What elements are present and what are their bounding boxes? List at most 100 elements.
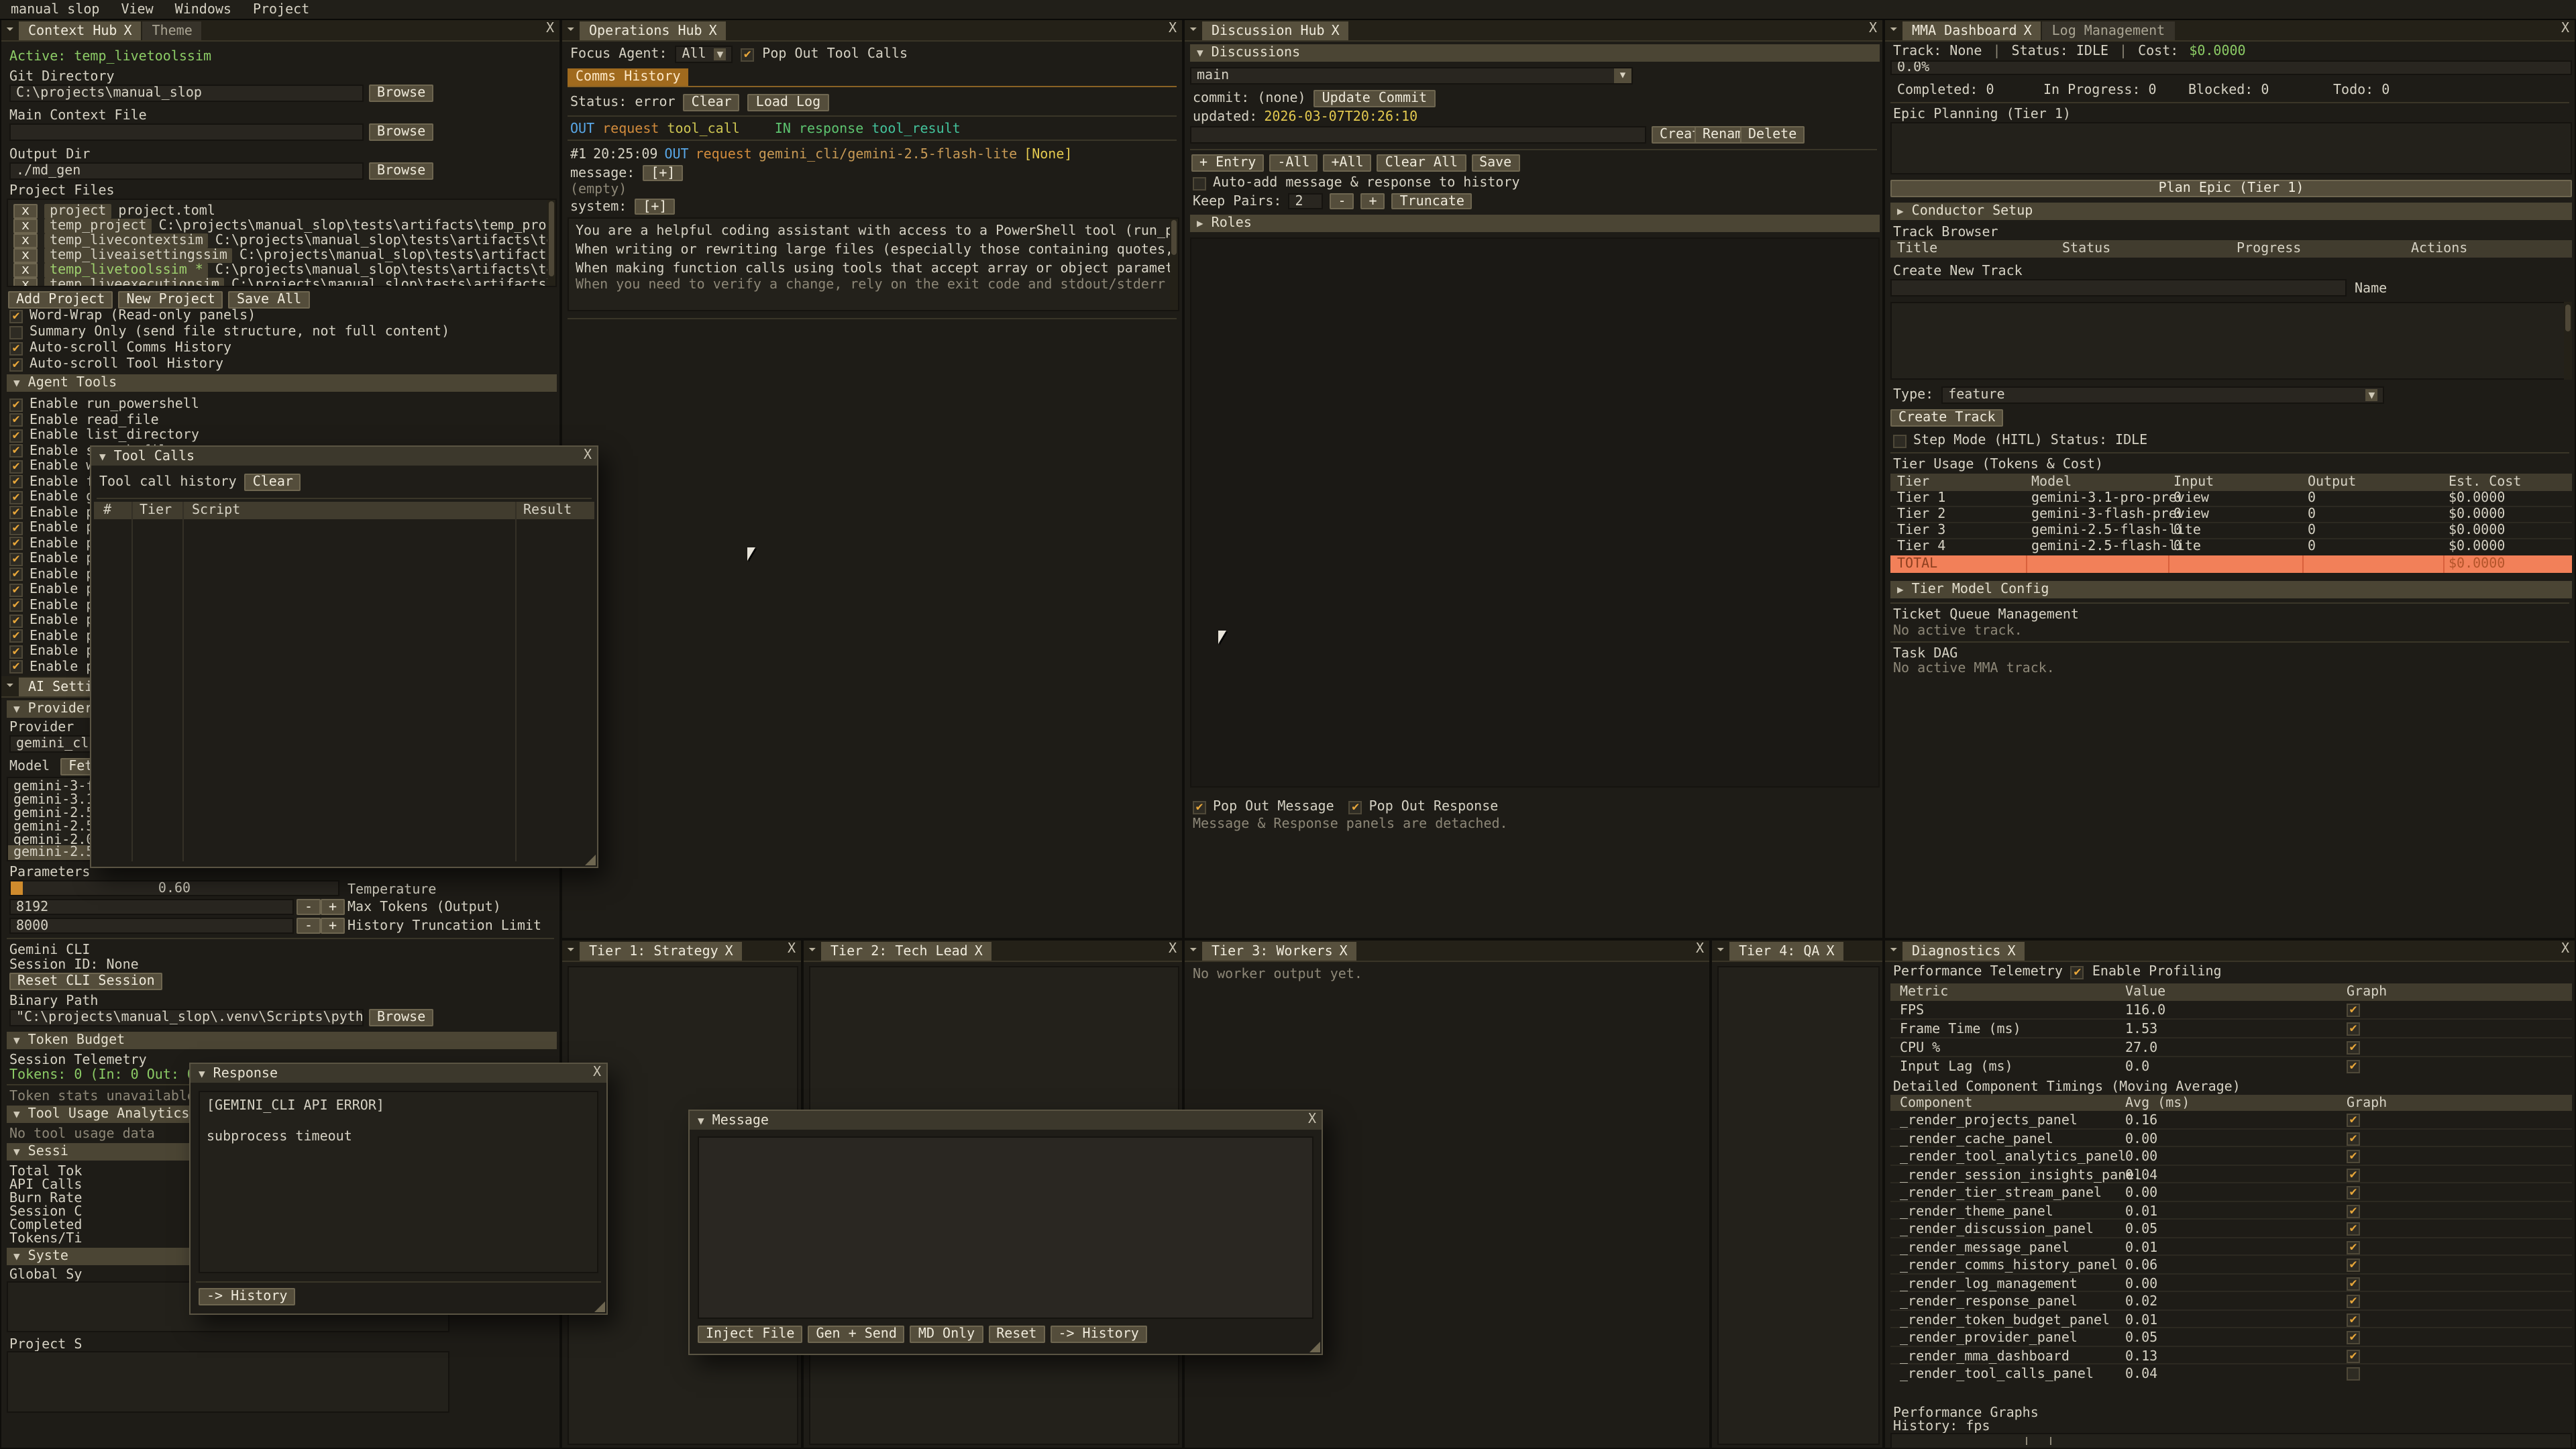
close-icon[interactable]: X <box>1826 945 1834 959</box>
resize-grip[interactable] <box>1309 1342 1320 1352</box>
history-limit-minus-button[interactable]: - <box>297 918 321 934</box>
load-log-button[interactable]: Load Log <box>748 94 828 111</box>
discussions-header[interactable]: ▼Discussions <box>1190 44 1880 62</box>
file-tag[interactable]: temp_liveexecutionsim <box>44 278 225 287</box>
file-tag-active[interactable]: temp_livetoolssim * <box>44 263 209 278</box>
summary-only-checkbox[interactable]: Summary Only (send file structure, not f… <box>9 325 449 339</box>
graph-checkbox[interactable]: ✔ <box>2347 1150 2360 1163</box>
autoscroll-tool-checkbox[interactable]: ✔Auto-scroll Tool History <box>9 357 223 372</box>
scrollbar[interactable] <box>2564 302 2572 380</box>
word-wrap-checkbox[interactable]: ✔Word-Wrap (Read-only panels) <box>9 309 256 323</box>
chevron-down-icon[interactable]: ▼ <box>99 450 106 462</box>
clear-all-button[interactable]: Clear All <box>1377 154 1466 172</box>
tab-theme[interactable]: Theme <box>143 21 202 40</box>
type-combo[interactable]: feature▼ <box>1941 386 2384 404</box>
reset-button[interactable]: Reset <box>988 1326 1044 1343</box>
slider-grab[interactable] <box>11 881 23 895</box>
close-icon[interactable]: X <box>2561 21 2569 36</box>
tool-checkbox[interactable]: ✔Enable list_directory <box>9 428 199 443</box>
project-system-input[interactable] <box>7 1351 449 1413</box>
menu-item-windows[interactable]: Windows <box>175 2 231 17</box>
comms-entry-row[interactable]: #1 20:25:09 OUT request gemini_cli/gemin… <box>570 148 1072 162</box>
window-menu-icon[interactable]: ⏷ <box>1 20 19 40</box>
close-icon[interactable]: X <box>788 942 796 957</box>
message-window[interactable]: ▼ Message X Inject File Gen + Send MD On… <box>688 1110 1323 1355</box>
create-track-button[interactable]: Create Track <box>1890 409 2004 427</box>
tab-mma-dashboard[interactable]: MMA DashboardX <box>1902 21 2041 40</box>
autoscroll-comms-checkbox[interactable]: ✔Auto-scroll Comms History <box>9 341 231 356</box>
close-icon[interactable]: X <box>1169 942 1177 957</box>
tab-tier2-tech-lead[interactable]: Tier 2: Tech LeadX <box>821 942 992 961</box>
tab-tier1-strategy[interactable]: Tier 1: StrategyX <box>580 942 743 961</box>
conductor-setup-header[interactable]: ▶Conductor Setup <box>1890 203 2572 220</box>
git-browse-button[interactable]: Browse <box>369 85 433 102</box>
menu-item-view[interactable]: View <box>121 2 153 17</box>
file-row[interactable]: xtemp_livecontextsimC:\projects\manual_s… <box>13 233 557 248</box>
reset-cli-session-button[interactable]: Reset CLI Session <box>9 973 163 990</box>
output-dir-browse-button[interactable]: Browse <box>369 162 433 180</box>
minus-all-button[interactable]: -All <box>1269 154 1318 172</box>
chevron-down-icon[interactable]: ▼ <box>199 1067 205 1079</box>
main-context-file-input[interactable] <box>9 123 364 141</box>
git-directory-input[interactable]: C:\projects\manual_slop <box>9 85 364 102</box>
close-icon[interactable]: X <box>593 1065 601 1080</box>
close-icon[interactable]: X <box>709 24 717 39</box>
message-text-area[interactable] <box>698 1136 1313 1319</box>
close-icon[interactable]: X <box>123 24 131 39</box>
keep-pairs-input[interactable]: 2 <box>1288 193 1323 209</box>
popout-tool-calls-checkbox[interactable]: ✔ <box>741 48 754 61</box>
graph-checkbox[interactable]: ✔ <box>2347 1277 2360 1290</box>
response-text-area[interactable]: [GEMINI_CLI API ERROR] subprocess timeou… <box>199 1091 598 1273</box>
plus-all-button[interactable]: +All <box>1324 154 1372 172</box>
graph-checkbox[interactable]: ✔ <box>2347 1331 2360 1344</box>
popout-message-checkbox[interactable]: ✔ <box>1193 800 1206 814</box>
roles-header[interactable]: ▶Roles <box>1190 215 1880 232</box>
tab-comms-history[interactable]: Comms History <box>568 68 689 86</box>
tab-tier3-workers[interactable]: Tier 3: WorkersX <box>1202 942 1357 961</box>
chevron-down-icon[interactable]: ▼ <box>698 1114 704 1126</box>
keep-pairs-minus-button[interactable]: - <box>1330 193 1354 209</box>
step-mode-checkbox[interactable]: Step Mode (HITL) Status: IDLE <box>1893 433 2147 448</box>
close-icon[interactable]: X <box>1869 21 1877 36</box>
save-button[interactable]: Save <box>1471 154 1519 172</box>
history-limit-plus-button[interactable]: + <box>321 918 345 934</box>
temperature-slider[interactable]: 0.60 <box>9 880 339 896</box>
file-row[interactable]: xtemp_liveexecutionsimC:\projects\manual… <box>13 278 557 287</box>
file-row[interactable]: xtemp_liveaisettingssimC:\projects\manua… <box>13 248 557 263</box>
md-only-button[interactable]: MD Only <box>910 1326 983 1343</box>
close-icon[interactable]: X <box>2561 942 2569 957</box>
epic-planning-input[interactable] <box>1890 122 2572 174</box>
message-titlebar[interactable]: ▼ Message X <box>690 1111 1322 1130</box>
window-menu-icon[interactable]: ⏷ <box>1885 941 1902 961</box>
save-all-button[interactable]: Save All <box>229 291 309 309</box>
graph-checkbox[interactable]: ✔ <box>2347 1204 2360 1218</box>
file-tag[interactable]: temp_liveaisettingssim <box>44 248 233 263</box>
window-menu-icon[interactable]: ⏷ <box>562 941 580 961</box>
close-icon[interactable]: X <box>584 448 592 463</box>
discussion-combo[interactable]: main <box>1190 67 1633 85</box>
graph-checkbox[interactable]: ✔ <box>2347 1168 2360 1181</box>
token-budget-header[interactable]: ▼Token Budget <box>7 1032 557 1049</box>
output-dir-input[interactable]: ./md_gen <box>9 162 364 180</box>
file-row[interactable]: xtemp_projectC:\projects\manual_slop\tes… <box>13 219 557 233</box>
track-description-input[interactable] <box>1890 302 2572 380</box>
gen-send-button[interactable]: Gen + Send <box>808 1326 904 1343</box>
max-tokens-minus-button[interactable]: - <box>297 899 321 915</box>
discussion-history-area[interactable] <box>1190 237 1880 788</box>
message-expand-button[interactable]: [+] <box>643 165 683 181</box>
file-row[interactable]: xprojectproject.toml <box>13 204 215 219</box>
max-tokens-plus-button[interactable]: + <box>321 899 345 915</box>
tier-model-config-header[interactable]: ▶Tier Model Config <box>1890 581 2572 598</box>
plan-epic-button[interactable]: Plan Epic (Tier 1) <box>1890 180 2572 197</box>
window-menu-icon[interactable]: ⏷ <box>1185 20 1202 40</box>
graph-checkbox[interactable]: ✔ <box>2347 1186 2360 1199</box>
tab-discussion-hub[interactable]: Discussion HubX <box>1202 21 1349 40</box>
close-icon[interactable]: X <box>1332 24 1340 39</box>
file-tag[interactable]: temp_project <box>44 219 152 233</box>
add-project-button[interactable]: Add Project <box>8 291 113 309</box>
binary-browse-button[interactable]: Browse <box>369 1009 433 1026</box>
add-entry-button[interactable]: + Entry <box>1191 154 1264 172</box>
menu-item-project[interactable]: Project <box>253 2 309 17</box>
truncate-button[interactable]: Truncate <box>1392 193 1472 209</box>
tab-tier4-qa[interactable]: Tier 4: QAX <box>1729 942 1844 961</box>
